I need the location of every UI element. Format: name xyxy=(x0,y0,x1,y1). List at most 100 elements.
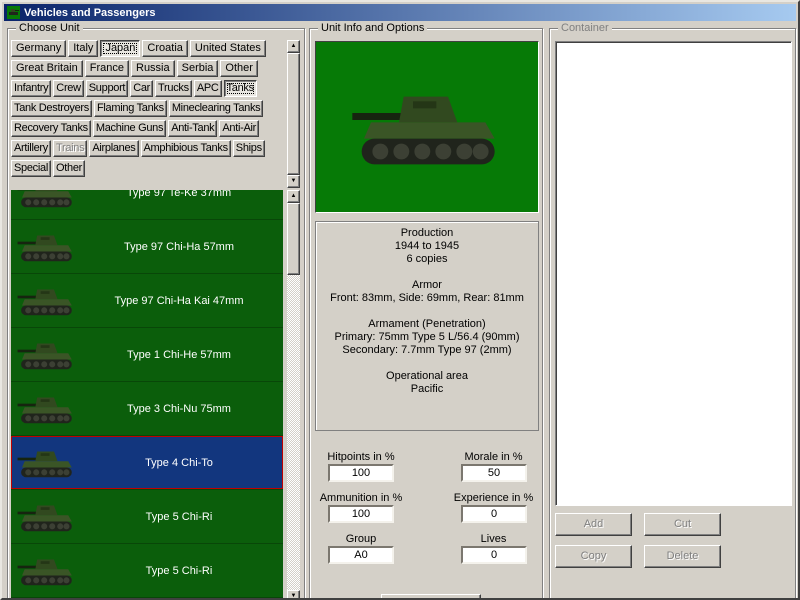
unit-item-label: Type 97 Chi-Ha 57mm xyxy=(75,241,283,253)
add-button: Add xyxy=(555,513,632,536)
country-button-japan[interactable]: Japan xyxy=(100,40,140,57)
dialog-vehicles-and-passengers: Vehicles and Passengers Choose Unit Germ… xyxy=(0,0,800,600)
unit-list-scrollbar[interactable]: ▲ ▼ xyxy=(287,190,300,600)
country-button-france[interactable]: France xyxy=(85,60,129,77)
unit-list-item[interactable]: Type 3 Chi-Nu 75mm xyxy=(11,382,283,436)
tank-sprite-icon xyxy=(17,501,75,533)
country-button-germany[interactable]: Germany xyxy=(11,40,66,57)
category-button-infantry[interactable]: Infantry xyxy=(11,80,51,97)
category-button-recovery-tanks[interactable]: Recovery Tanks xyxy=(11,120,91,137)
country-button-great-britain[interactable]: Great Britain xyxy=(11,60,83,77)
unit-list-item[interactable]: Type 5 Chi-Ri xyxy=(11,544,283,598)
filter-scrollbar-thumb[interactable] xyxy=(287,53,300,175)
production-years: 1944 to 1945 xyxy=(316,240,538,253)
scroll-down-icon[interactable]: ▼ xyxy=(287,175,300,188)
delete-button: Delete xyxy=(644,545,721,568)
tank-sprite-icon xyxy=(17,190,75,209)
scroll-up-icon[interactable]: ▲ xyxy=(287,190,300,203)
unit-filter-buttons: Germany Italy Japan Croatia United State… xyxy=(11,40,285,180)
tank-preview-icon xyxy=(352,85,502,169)
production-copies: 6 copies xyxy=(316,253,538,266)
tank-sprite-icon xyxy=(17,555,75,587)
category-button-trucks[interactable]: Trucks xyxy=(155,80,192,97)
unit-info-group: Unit Info and Options Production 1944 to… xyxy=(309,28,543,600)
category-button-ships[interactable]: Ships xyxy=(233,140,265,157)
category-button-flaming-tanks[interactable]: Flaming Tanks xyxy=(94,100,167,117)
category-button-crew[interactable]: Crew xyxy=(53,80,83,97)
armament-primary: Primary: 75mm Type 5 L/56.4 (90mm) xyxy=(316,331,538,344)
unit-list-item-selected[interactable]: Type 4 Chi-To xyxy=(11,436,283,490)
country-button-other-country[interactable]: Other xyxy=(220,60,258,77)
armament-title: Armament (Penetration) xyxy=(316,318,538,331)
experience-input[interactable] xyxy=(461,505,527,523)
tank-sprite-icon xyxy=(17,285,75,317)
unit-info-group-label: Unit Info and Options xyxy=(318,22,427,34)
armor-title: Armor xyxy=(316,279,538,292)
armor-values: Front: 83mm, Side: 69mm, Rear: 81mm xyxy=(316,292,538,305)
tank-sprite-icon xyxy=(17,339,75,371)
country-button-croatia[interactable]: Croatia xyxy=(142,40,187,57)
unit-item-label: Type 4 Chi-To xyxy=(75,457,283,469)
unit-list-scrollbar-thumb[interactable] xyxy=(287,203,300,275)
category-button-artillery[interactable]: Artillery xyxy=(11,140,51,157)
group-label: Group xyxy=(310,533,412,545)
container-group: Container Add Cut Copy Delete xyxy=(549,28,796,600)
country-button-russia[interactable]: Russia xyxy=(131,60,175,77)
filter-scrollbar[interactable]: ▲ ▼ xyxy=(287,40,300,188)
category-button-machine-guns[interactable]: Machine Guns xyxy=(93,120,166,137)
production-title: Production xyxy=(316,227,538,240)
container-group-label: Container xyxy=(558,22,612,34)
container-listbox[interactable] xyxy=(555,41,792,506)
bottom-partial-button[interactable] xyxy=(381,594,481,600)
unit-list-item[interactable]: Type 97 Chi-Ha Kai 47mm xyxy=(11,274,283,328)
group-input[interactable] xyxy=(328,546,394,564)
country-button-italy[interactable]: Italy xyxy=(68,40,98,57)
choose-unit-group-label: Choose Unit xyxy=(16,22,83,34)
unit-list: Type 97 Te-Ke 37mm Type 97 Chi-Ha 57mm T… xyxy=(11,190,283,600)
category-button-anti-tank[interactable]: Anti-Tank xyxy=(168,120,217,137)
title-bar[interactable]: Vehicles and Passengers xyxy=(4,4,796,21)
tank-sprite-icon xyxy=(17,447,75,479)
ammunition-label: Ammunition in % xyxy=(310,492,412,504)
armament-secondary: Secondary: 7.7mm Type 97 (2mm) xyxy=(316,344,538,357)
lives-input[interactable] xyxy=(461,546,527,564)
scroll-down-icon[interactable]: ▼ xyxy=(287,590,300,600)
operational-area-title: Operational area xyxy=(316,370,538,383)
lives-label: Lives xyxy=(443,533,544,545)
hitpoints-input[interactable] xyxy=(328,464,394,482)
category-button-apc[interactable]: APC xyxy=(194,80,222,97)
operational-area-value: Pacific xyxy=(316,383,538,396)
unit-item-label: Type 5 Chi-Ri xyxy=(75,511,283,523)
unit-list-item[interactable]: Type 5 Chi-Ri xyxy=(11,490,283,544)
unit-item-label: Type 3 Chi-Nu 75mm xyxy=(75,403,283,415)
country-button-united-states[interactable]: United States xyxy=(190,40,266,57)
country-button-serbia[interactable]: Serbia xyxy=(177,60,219,77)
category-button-car[interactable]: Car xyxy=(130,80,153,97)
category-button-mineclearing-tanks[interactable]: Mineclearing Tanks xyxy=(169,100,264,117)
unit-list-item[interactable]: Type 97 Te-Ke 37mm xyxy=(11,190,283,220)
cut-button: Cut xyxy=(644,513,721,536)
unit-list-item[interactable]: Type 97 Chi-Ha 57mm xyxy=(11,220,283,274)
hitpoints-label: Hitpoints in % xyxy=(310,451,412,463)
scroll-up-icon[interactable]: ▲ xyxy=(287,40,300,53)
experience-label: Experience in % xyxy=(443,492,544,504)
unit-item-label: Type 1 Chi-He 57mm xyxy=(75,349,283,361)
category-button-amphibious-tanks[interactable]: Amphibious Tanks xyxy=(141,140,231,157)
ammunition-input[interactable] xyxy=(328,505,394,523)
app-icon xyxy=(7,6,20,19)
unit-item-label: Type 97 Chi-Ha Kai 47mm xyxy=(75,295,283,307)
unit-item-label: Type 97 Te-Ke 37mm xyxy=(75,190,283,199)
morale-input[interactable] xyxy=(461,464,527,482)
category-button-tanks[interactable]: Tanks xyxy=(224,80,257,97)
category-button-other-category[interactable]: Other xyxy=(53,160,85,177)
unit-details-panel: Production 1944 to 1945 6 copies Armor F… xyxy=(315,221,539,431)
category-button-support[interactable]: Support xyxy=(86,80,128,97)
choose-unit-group: Choose Unit Germany Italy Japan Croatia … xyxy=(7,28,305,600)
category-button-tank-destroyers[interactable]: Tank Destroyers xyxy=(11,100,92,117)
category-button-airplanes[interactable]: Airplanes xyxy=(89,140,138,157)
category-button-special[interactable]: Special xyxy=(11,160,51,177)
category-button-anti-air[interactable]: Anti-Air xyxy=(219,120,259,137)
unit-list-item[interactable]: Type 1 Chi-He 57mm xyxy=(11,328,283,382)
tank-sprite-icon xyxy=(17,231,75,263)
window-title: Vehicles and Passengers xyxy=(24,7,155,19)
